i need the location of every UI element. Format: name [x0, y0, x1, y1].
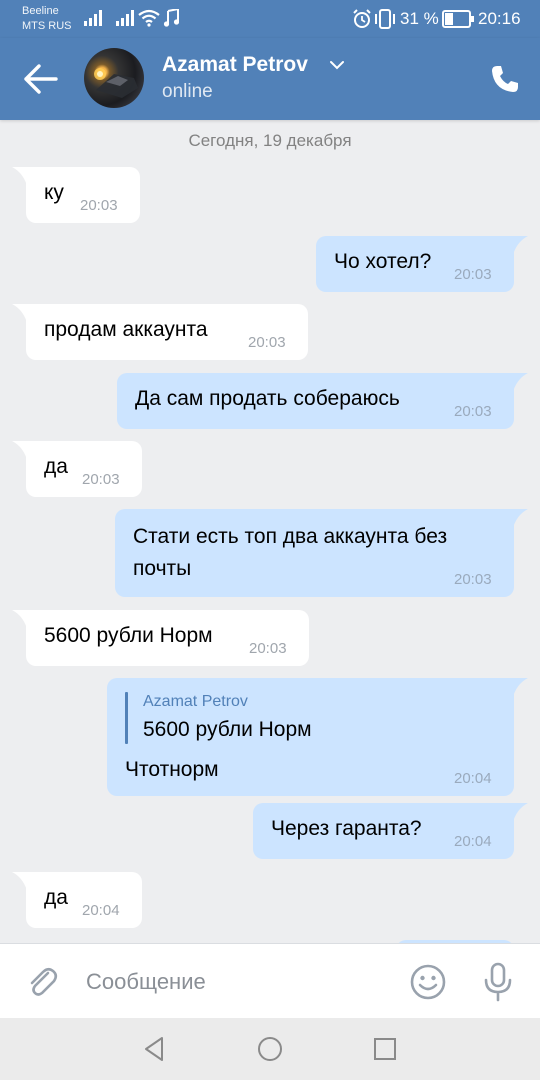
message-time: 20:03 [249, 640, 287, 657]
quote-bar [125, 692, 128, 744]
clock: 20:16 [478, 9, 521, 28]
message-input[interactable] [86, 968, 386, 996]
bubble-tail [504, 509, 528, 531]
message-outgoing[interactable]: Чо хотел? 20:03 [316, 236, 528, 292]
message-text: Через гаранта? [271, 817, 422, 840]
presence-status: online [162, 81, 213, 102]
message-composer [0, 943, 540, 1019]
message-time: 20:03 [454, 571, 492, 588]
message-text-line-2: почты [133, 557, 192, 580]
message-incoming[interactable]: 5600 рубли Норм 20:03 [12, 610, 309, 666]
message-incoming[interactable]: ку 20:03 [12, 167, 140, 223]
alarm-icon [353, 9, 371, 28]
phone-icon[interactable] [490, 64, 520, 94]
status-bar: Beeline MTS RUS 31 % 20:16 [0, 0, 540, 38]
bubble-tail [504, 236, 528, 258]
message-text: Чо хотел? [334, 250, 432, 273]
battery-percent: 31 % [400, 9, 439, 28]
message-time: 20:04 [82, 902, 120, 919]
message-incoming[interactable]: продам аккаунта 20:03 [12, 304, 308, 360]
bubble-tail [12, 610, 36, 632]
message-text: да [44, 886, 68, 909]
message-time: 20:03 [80, 197, 118, 214]
wifi-icon [138, 9, 160, 27]
carrier-2: MTS RUS [22, 20, 72, 32]
message-time: 20:04 [454, 770, 492, 787]
message-text: продам аккаунта [44, 318, 208, 341]
message-text: ку [44, 181, 64, 204]
message-time: 20:03 [82, 471, 120, 488]
paperclip-icon[interactable] [24, 964, 60, 1000]
message-incoming[interactable]: да 20:03 [12, 441, 142, 497]
message-time: 20:03 [454, 403, 492, 420]
bubble-tail [504, 678, 528, 700]
music-note-icon [163, 9, 179, 27]
message-text: Да сам продать собераюсь [135, 387, 400, 410]
signal-icon [84, 10, 102, 26]
message-outgoing[interactable]: Да сам продать собераюсь 20:03 [117, 373, 528, 429]
quote-text: 5600 рубли Норм [143, 718, 312, 741]
nav-recents-icon[interactable] [370, 1034, 400, 1064]
chat-header: Azamat Petrov online [0, 38, 540, 120]
quote-author[interactable]: Azamat Petrov [143, 692, 248, 712]
nav-back-icon[interactable] [140, 1034, 170, 1064]
chevron-down-icon[interactable] [330, 60, 344, 70]
message-incoming[interactable]: да 20:04 [12, 872, 142, 928]
message-outgoing[interactable]: Стати есть топ два аккаунта без почты 20… [115, 509, 528, 597]
message-time: 20:04 [454, 833, 492, 850]
bubble-tail [504, 803, 528, 825]
carrier-1: Beeline [22, 5, 59, 17]
message-text: да [44, 455, 68, 478]
message-text: Чтотнорм [125, 758, 219, 781]
vibrate-icon [375, 9, 395, 29]
battery-icon [442, 10, 474, 28]
system-nav-bar [0, 1018, 540, 1080]
nav-home-icon[interactable] [255, 1034, 285, 1064]
message-text-line-1: Стати есть топ два аккаунта без [133, 525, 448, 548]
message-outgoing-reply[interactable]: Azamat Petrov 5600 рубли Норм Чтотнорм 2… [107, 678, 528, 796]
message-outgoing[interactable]: Через гаранта? 20:04 [253, 803, 528, 859]
back-arrow-icon[interactable] [24, 64, 58, 94]
signal-icon [116, 10, 134, 26]
microphone-icon[interactable] [482, 962, 514, 1002]
bubble-tail [12, 167, 36, 189]
chat-title[interactable]: Azamat Petrov [162, 52, 308, 78]
message-text: 5600 рубли Норм [44, 624, 213, 647]
message-time: 20:03 [248, 334, 286, 351]
message-time: 20:03 [454, 266, 492, 283]
avatar[interactable] [84, 48, 144, 108]
bubble-tail [504, 373, 528, 395]
smiley-icon[interactable] [410, 964, 446, 1000]
date-separator: Сегодня, 19 декабря [188, 131, 352, 150]
bubble-tail [12, 872, 36, 894]
bubble-tail [12, 304, 36, 326]
bubble-tail [12, 441, 36, 463]
avatar-image [94, 68, 138, 98]
